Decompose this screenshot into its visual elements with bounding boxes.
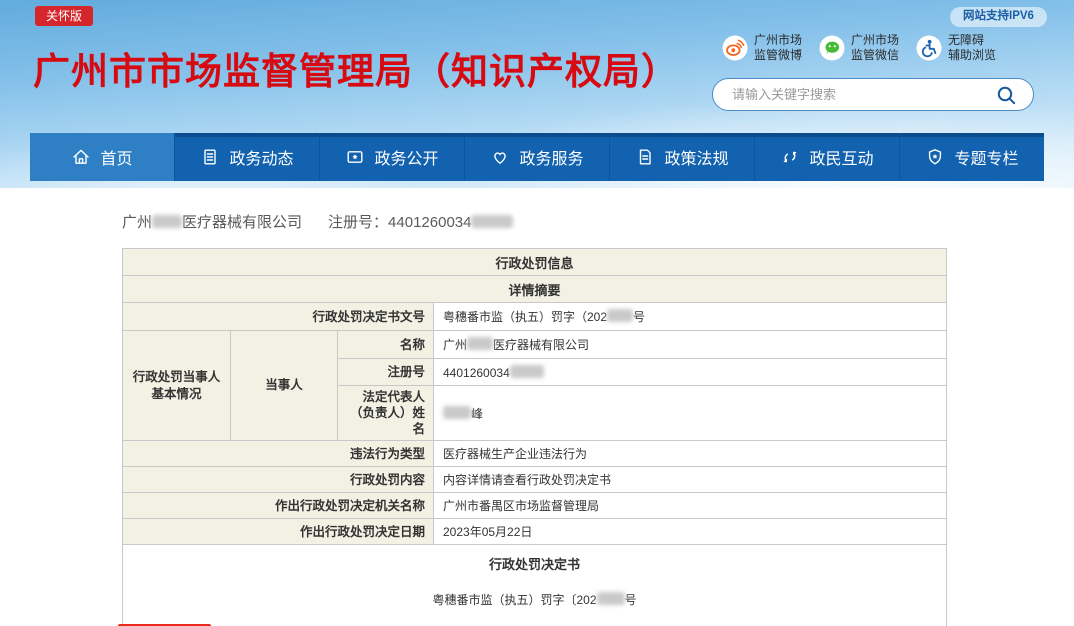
heart-icon	[490, 147, 510, 167]
nav-item-disclosure[interactable]: 政务公开	[320, 133, 465, 181]
accessibility-label-line2: 辅助浏览	[948, 48, 996, 62]
violation-type-value: 医疗器械生产企业违法行为	[434, 441, 947, 467]
name-value: 广州 医疗器械有限公司	[434, 331, 947, 359]
party-group-label: 行政处罚当事人基本情况	[123, 331, 231, 441]
decision-docno-suffix: 号	[625, 593, 637, 607]
redacted-text	[443, 406, 471, 419]
name-prefix: 广州	[443, 338, 467, 352]
nav-item-label: 政务服务	[519, 145, 583, 169]
redacted-text	[467, 337, 493, 350]
page: 关怀版 网站支持IPV6 广州市市场监督管理局（知识产权局） 广州市场 监管微博	[0, 0, 1074, 626]
nav-item-label: 政务动态	[229, 145, 293, 169]
doc-no-suffix: 号	[633, 310, 645, 324]
interaction-arrows-icon	[780, 147, 800, 167]
nav-item-policies[interactable]: 政策法规	[610, 133, 755, 181]
wechat-label-line2: 监管微信	[851, 48, 899, 62]
nav-item-topics[interactable]: 专题专栏	[900, 133, 1044, 181]
social-links: 广州市场 监管微博 广州市场 监管微信	[722, 33, 996, 63]
name-label: 名称	[338, 331, 434, 359]
doc-no-value: 粤穗番市监（执五）罚字（202 号	[434, 303, 947, 331]
nav-item-label: 政民互动	[809, 145, 873, 169]
decision-doc-number: 粤穗番市监（执五）罚字〔202 号	[125, 591, 944, 608]
legal-rep-label: 法定代表人（负责人）姓名	[338, 386, 434, 441]
redacted-text	[607, 309, 633, 322]
authority-label: 作出行政处罚决定机关名称	[123, 493, 434, 519]
nav-item-label: 政务公开	[374, 145, 438, 169]
table-regno-value: 4401260034	[434, 359, 947, 386]
doc-no-prefix: 粤穗番市监（执五）罚字（202	[443, 310, 607, 324]
weibo-icon	[722, 35, 748, 61]
penalty-content-label: 行政处罚内容	[123, 467, 434, 493]
company-name-prefix: 广州	[122, 214, 152, 231]
accessibility-label-line1: 无障碍	[948, 33, 984, 47]
ipv6-badge: 网站支持IPV6	[950, 7, 1047, 27]
nav-item-services[interactable]: 政务服务	[465, 133, 610, 181]
authority-value: 广州市番禺区市场监督管理局	[434, 493, 947, 519]
home-icon	[71, 147, 91, 167]
legal-rep-suffix: 峰	[471, 407, 483, 421]
main-nav: 首页 政务动态 政务公开	[30, 133, 1044, 181]
wechat-link[interactable]: 广州市场 监管微信	[819, 33, 899, 63]
wechat-label-line1: 广州市场	[851, 33, 899, 47]
redacted-text	[152, 215, 182, 228]
table-regno-prefix: 4401260034	[443, 366, 510, 380]
site-title: 广州市市场监督管理局（知识产权局）	[33, 41, 679, 95]
wechat-icon	[819, 35, 845, 61]
party-label: 当事人	[231, 331, 338, 441]
redacted-text	[471, 215, 513, 228]
decision-date-value: 2023年05月22日	[434, 519, 947, 545]
nav-item-home[interactable]: 首页	[30, 133, 175, 181]
care-version-badge[interactable]: 关怀版	[35, 6, 93, 26]
penalty-info-table: 行政处罚信息 详情摘要 行政处罚决定书文号 粤穗番市监（执五）罚字（202 号 行…	[122, 248, 947, 626]
doc-no-label: 行政处罚决定书文号	[123, 303, 434, 331]
document-lines-icon	[200, 147, 220, 167]
decision-doc-title: 行政处罚决定书	[125, 554, 944, 573]
redacted-text	[597, 592, 625, 605]
nav-item-label: 政策法规	[664, 145, 728, 169]
name-suffix: 医疗器械有限公司	[493, 338, 589, 352]
nav-item-label: 专题专栏	[954, 145, 1018, 169]
weibo-label: 广州市场 监管微博	[754, 33, 802, 63]
search-box	[712, 78, 1034, 111]
search-input[interactable]	[713, 79, 1033, 110]
search-icon[interactable]	[996, 85, 1017, 106]
accessibility-label: 无障碍 辅助浏览	[948, 33, 996, 63]
accessibility-link[interactable]: 无障碍 辅助浏览	[916, 33, 996, 63]
wechat-label: 广州市场 监管微信	[851, 33, 899, 63]
redacted-text	[510, 365, 544, 378]
nav-item-label: 首页	[100, 145, 132, 169]
weibo-label-line1: 广州市场	[754, 33, 802, 47]
accessibility-icon	[916, 35, 942, 61]
regno-value: 4401260034	[388, 214, 471, 231]
nav-item-interaction[interactable]: 政民互动	[755, 133, 900, 181]
badge-star-icon	[925, 147, 945, 167]
nav-item-news[interactable]: 政务动态	[175, 133, 320, 181]
decision-date-label: 作出行政处罚决定日期	[123, 519, 434, 545]
table-regno-label: 注册号	[338, 359, 434, 386]
weibo-link[interactable]: 广州市场 监管微博	[722, 33, 802, 63]
violation-type-label: 违法行为类型	[123, 441, 434, 467]
table-subtitle: 详情摘要	[123, 276, 947, 303]
company-headline: 广州 医疗器械有限公司 注册号：4401260034	[122, 211, 513, 232]
weibo-label-line2: 监管微博	[754, 48, 802, 62]
company-name-suffix: 医疗器械有限公司	[182, 214, 302, 231]
decision-docno-prefix: 粤穗番市监（执五）罚字〔202	[432, 593, 596, 607]
regno-label: 注册号：	[328, 214, 388, 231]
legal-rep-value: 峰	[434, 386, 947, 441]
table-title: 行政处罚信息	[123, 249, 947, 276]
card-star-icon	[345, 147, 365, 167]
decision-doc-cell: 行政处罚决定书 粤穗番市监（执五）罚字〔202号 罚款200500元	[123, 545, 947, 626]
penalty-content-value: 内容详情请查看行政处罚决定书	[434, 467, 947, 493]
page-icon	[635, 147, 655, 167]
